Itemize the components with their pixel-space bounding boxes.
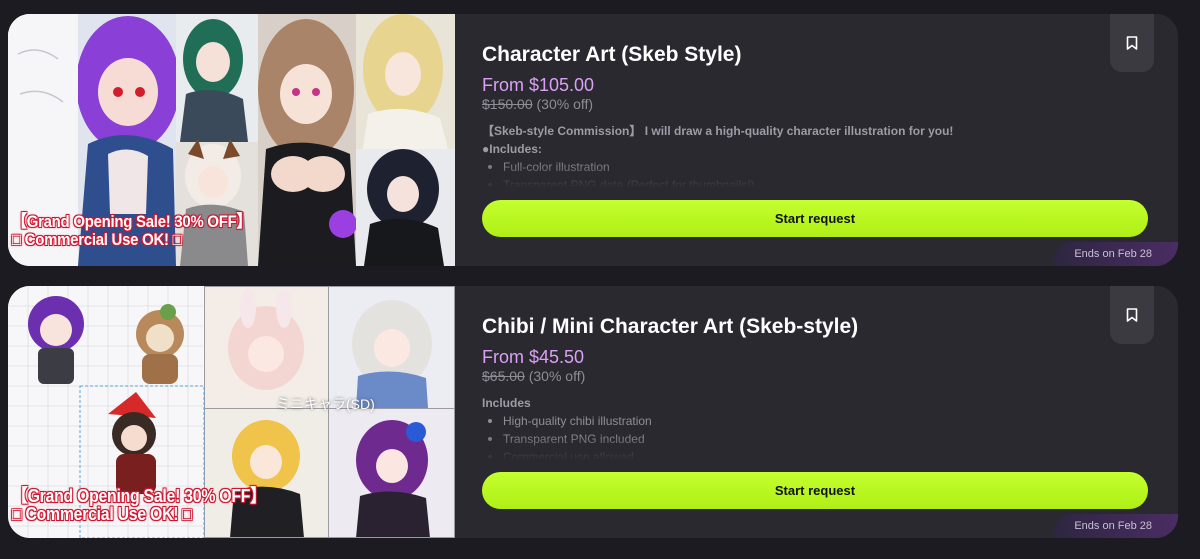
includes-item: Transparent PNG included (488, 430, 1162, 448)
start-request-button[interactable]: Start request (482, 200, 1148, 237)
listing-info: Chibi / Mini Character Art (Skeb-style) … (482, 286, 1178, 538)
includes-item: Full-color illustration (488, 158, 1162, 176)
listing-thumbnail[interactable]: 【Grand Opening Sale! 30% OFF】 □ Commerci… (8, 286, 455, 538)
listing-price: From $105.00 (482, 75, 595, 95)
listing-price: From $45.50 (482, 347, 585, 367)
ends-on-badge: Ends on Feb 28 (1054, 242, 1178, 266)
listing-thumbnail[interactable]: 【Grand Opening Sale! 30% OFF】 □ Commerci… (8, 14, 455, 266)
original-price: $150.00 (30% off) (482, 96, 593, 112)
original-price-value: $150.00 (482, 96, 533, 112)
listing-card[interactable]: 【Grand Opening Sale! 30% OFF】 □ Commerci… (8, 14, 1178, 266)
bookmark-icon (1126, 308, 1138, 322)
image-caption: ミニキャラ(SD) (276, 396, 375, 412)
listing-info: Character Art (Skeb Style) From $105.00 … (482, 14, 1178, 266)
includes-list: Full-color illustration Transparent PNG … (482, 158, 1162, 188)
bookmark-icon (1126, 36, 1138, 50)
includes-list: High-quality chibi illustration Transpar… (482, 412, 1162, 460)
listing-title[interactable]: Character Art (Skeb Style) (482, 43, 741, 67)
listing-card[interactable]: 【Grand Opening Sale! 30% OFF】 □ Commerci… (8, 286, 1178, 538)
description-heading: ●Includes: (482, 142, 542, 156)
description-heading: Includes (482, 396, 531, 410)
promo-banner-line1: 【Grand Opening Sale! 30% OFF】 (12, 212, 252, 231)
listing-description: 【Skeb-style Commission】 I will draw a hi… (482, 122, 1162, 188)
includes-item: High-quality chibi illustration (488, 412, 1162, 430)
listing-description: Includes High-quality chibi illustration… (482, 394, 1162, 460)
original-price: $65.00 (30% off) (482, 368, 585, 384)
discount-label: (30% off) (536, 96, 594, 112)
promo-banner-line2: □ Commercial Use OK! □ (12, 504, 192, 524)
start-request-button[interactable]: Start request (482, 472, 1148, 509)
description-intro: 【Skeb-style Commission】 I will draw a hi… (482, 124, 954, 138)
discount-label: (30% off) (528, 368, 586, 384)
includes-item: Commercial use allowed (488, 448, 1162, 460)
original-price-value: $65.00 (482, 368, 525, 384)
bookmark-button[interactable] (1110, 286, 1154, 344)
bookmark-button[interactable] (1110, 14, 1154, 72)
includes-item: Transparent PNG data (Perfect for thumbn… (488, 176, 1162, 188)
ends-on-badge: Ends on Feb 28 (1054, 514, 1178, 538)
listing-title[interactable]: Chibi / Mini Character Art (Skeb-style) (482, 315, 858, 339)
promo-banner-line2: □ Commercial Use OK! □ (12, 230, 182, 249)
